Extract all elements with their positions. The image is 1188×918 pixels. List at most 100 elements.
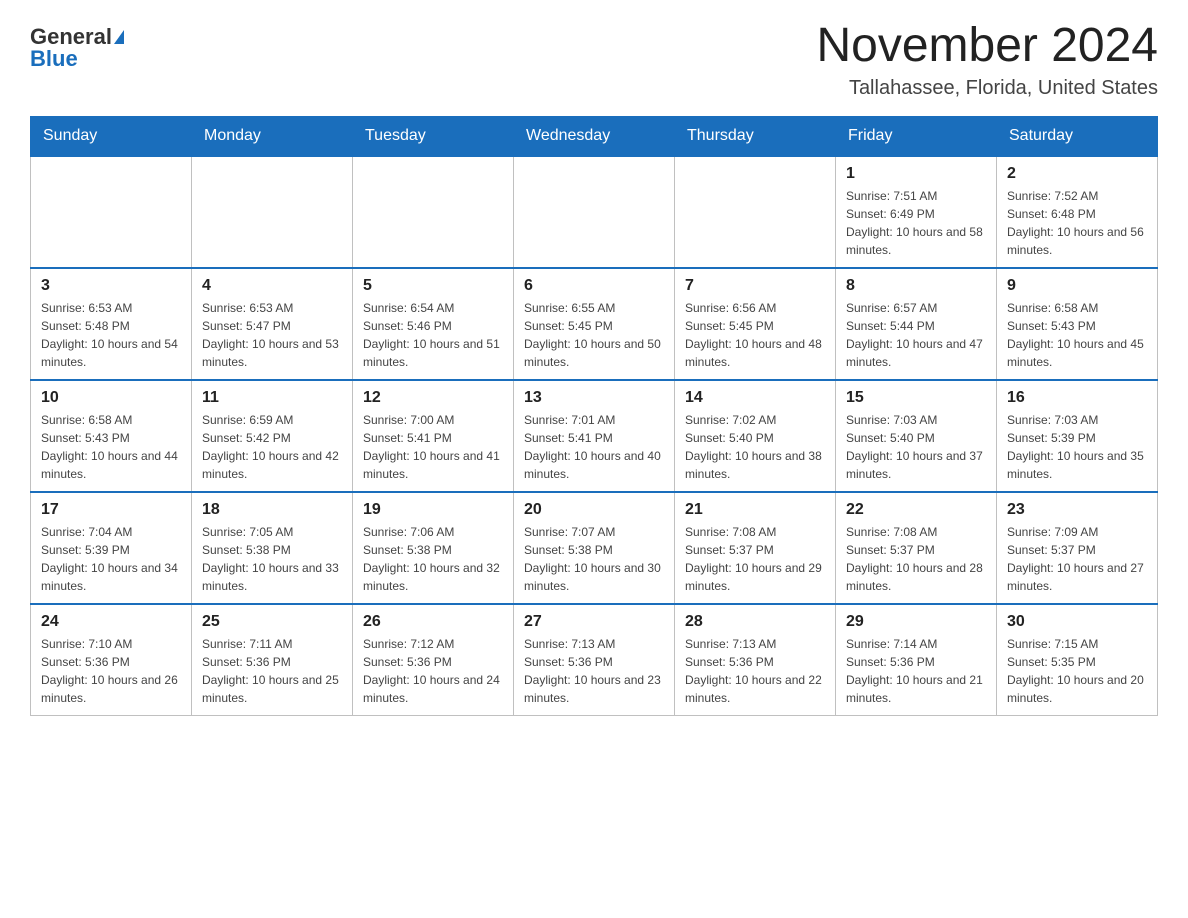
- day-info: Sunrise: 7:14 AMSunset: 5:36 PMDaylight:…: [846, 635, 986, 707]
- day-info: Sunrise: 7:11 AMSunset: 5:36 PMDaylight:…: [202, 635, 342, 707]
- day-number: 5: [363, 277, 503, 295]
- table-row: 11Sunrise: 6:59 AMSunset: 5:42 PMDayligh…: [192, 380, 353, 492]
- day-info: Sunrise: 6:54 AMSunset: 5:46 PMDaylight:…: [363, 299, 503, 371]
- calendar-week-row: 1 Sunrise: 7:51 AMSunset: 6:49 PMDaylight…: [31, 156, 1158, 268]
- day-info: Sunrise: 6:53 AMSunset: 5:48 PMDaylight:…: [41, 299, 181, 371]
- day-number: 28: [685, 613, 825, 631]
- table-row: 26Sunrise: 7:12 AMSunset: 5:36 PMDayligh…: [353, 604, 514, 716]
- day-number: 7: [685, 277, 825, 295]
- location-title: Tallahassee, Florida, United States: [816, 77, 1158, 100]
- col-tuesday: Tuesday: [353, 116, 514, 156]
- table-row: [31, 156, 192, 268]
- table-row: 13 Sunrise: 7:01 AMSunset: 5:41 PMDayligh…: [514, 380, 675, 492]
- logo-triangle-icon: [114, 30, 124, 44]
- day-number: 20: [524, 501, 664, 519]
- table-row: 1 Sunrise: 7:51 AMSunset: 6:49 PMDaylight…: [836, 156, 997, 268]
- calendar-header-row: Sunday Monday Tuesday Wednesday Thursday…: [31, 116, 1158, 156]
- table-row: 22Sunrise: 7:08 AMSunset: 5:37 PMDayligh…: [836, 492, 997, 604]
- day-info: Sunrise: 7:06 AMSunset: 5:38 PMDaylight:…: [363, 523, 503, 595]
- table-row: 15 Sunrise: 7:03 AMSunset: 5:40 PMDayligh…: [836, 380, 997, 492]
- day-number: 13: [524, 389, 664, 407]
- col-monday: Monday: [192, 116, 353, 156]
- col-friday: Friday: [836, 116, 997, 156]
- day-number: 1: [846, 165, 986, 183]
- table-row: 19 Sunrise: 7:06 AMSunset: 5:38 PMDayligh…: [353, 492, 514, 604]
- day-info: Sunrise: 7:03 AMSunset: 5:40 PMDaylight:…: [846, 411, 986, 483]
- day-number: 18: [202, 501, 342, 519]
- page-header: General Blue November 2024 Tallahassee, …: [30, 20, 1158, 100]
- day-info: Sunrise: 7:01 AMSunset: 5:41 PMDaylight:…: [524, 411, 664, 483]
- day-info: Sunrise: 7:05 AMSunset: 5:38 PMDaylight:…: [202, 523, 342, 595]
- table-row: 17 Sunrise: 7:04 AMSunset: 5:39 PMDayligh…: [31, 492, 192, 604]
- day-info: Sunrise: 6:57 AMSunset: 5:44 PMDaylight:…: [846, 299, 986, 371]
- table-row: 7 Sunrise: 6:56 AMSunset: 5:45 PMDaylight…: [675, 268, 836, 380]
- day-number: 25: [202, 613, 342, 631]
- logo: General Blue: [30, 20, 124, 70]
- table-row: 18 Sunrise: 7:05 AMSunset: 5:38 PMDayligh…: [192, 492, 353, 604]
- day-number: 3: [41, 277, 181, 295]
- month-title: November 2024: [816, 20, 1158, 73]
- day-info: Sunrise: 7:12 AMSunset: 5:36 PMDaylight:…: [363, 635, 503, 707]
- day-info: Sunrise: 7:09 AMSunset: 5:37 PMDaylight:…: [1007, 523, 1147, 595]
- day-info: Sunrise: 6:58 AMSunset: 5:43 PMDaylight:…: [1007, 299, 1147, 371]
- day-number: 23: [1007, 501, 1147, 519]
- day-number: 14: [685, 389, 825, 407]
- table-row: 8Sunrise: 6:57 AMSunset: 5:44 PMDaylight…: [836, 268, 997, 380]
- day-number: 22: [846, 501, 986, 519]
- table-row: 3 Sunrise: 6:53 AMSunset: 5:48 PMDaylight…: [31, 268, 192, 380]
- day-number: 9: [1007, 277, 1147, 295]
- table-row: 24Sunrise: 7:10 AMSunset: 5:36 PMDayligh…: [31, 604, 192, 716]
- day-info: Sunrise: 7:02 AMSunset: 5:40 PMDaylight:…: [685, 411, 825, 483]
- day-number: 30: [1007, 613, 1147, 631]
- day-info: Sunrise: 6:58 AMSunset: 5:43 PMDaylight:…: [41, 411, 181, 483]
- calendar-week-row: 17 Sunrise: 7:04 AMSunset: 5:39 PMDayligh…: [31, 492, 1158, 604]
- day-info: Sunrise: 6:59 AMSunset: 5:42 PMDaylight:…: [202, 411, 342, 483]
- day-info: Sunrise: 7:04 AMSunset: 5:39 PMDaylight:…: [41, 523, 181, 595]
- day-number: 12: [363, 389, 503, 407]
- table-row: [192, 156, 353, 268]
- day-number: 2: [1007, 165, 1147, 183]
- day-info: Sunrise: 7:08 AMSunset: 5:37 PMDaylight:…: [685, 523, 825, 595]
- table-row: 14 Sunrise: 7:02 AMSunset: 5:40 PMDayligh…: [675, 380, 836, 492]
- logo-general-text: General: [30, 26, 112, 48]
- day-number: 24: [41, 613, 181, 631]
- table-row: 27 Sunrise: 7:13 AMSunset: 5:36 PMDayligh…: [514, 604, 675, 716]
- day-number: 6: [524, 277, 664, 295]
- day-info: Sunrise: 7:13 AMSunset: 5:36 PMDaylight:…: [685, 635, 825, 707]
- day-info: Sunrise: 7:00 AMSunset: 5:41 PMDaylight:…: [363, 411, 503, 483]
- table-row: 23 Sunrise: 7:09 AMSunset: 5:37 PMDayligh…: [997, 492, 1158, 604]
- table-row: 9 Sunrise: 6:58 AMSunset: 5:43 PMDaylight…: [997, 268, 1158, 380]
- table-row: 2 Sunrise: 7:52 AMSunset: 6:48 PMDaylight…: [997, 156, 1158, 268]
- day-info: Sunrise: 6:56 AMSunset: 5:45 PMDaylight:…: [685, 299, 825, 371]
- calendar-week-row: 10Sunrise: 6:58 AMSunset: 5:43 PMDayligh…: [31, 380, 1158, 492]
- calendar-week-row: 3 Sunrise: 6:53 AMSunset: 5:48 PMDaylight…: [31, 268, 1158, 380]
- table-row: 20Sunrise: 7:07 AMSunset: 5:38 PMDayligh…: [514, 492, 675, 604]
- col-saturday: Saturday: [997, 116, 1158, 156]
- day-number: 21: [685, 501, 825, 519]
- table-row: 30 Sunrise: 7:15 AMSunset: 5:35 PMDayligh…: [997, 604, 1158, 716]
- day-info: Sunrise: 7:51 AMSunset: 6:49 PMDaylight:…: [846, 187, 986, 259]
- day-info: Sunrise: 7:15 AMSunset: 5:35 PMDaylight:…: [1007, 635, 1147, 707]
- table-row: [675, 156, 836, 268]
- day-number: 17: [41, 501, 181, 519]
- day-number: 27: [524, 613, 664, 631]
- day-number: 19: [363, 501, 503, 519]
- day-number: 15: [846, 389, 986, 407]
- day-number: 16: [1007, 389, 1147, 407]
- day-info: Sunrise: 7:03 AMSunset: 5:39 PMDaylight:…: [1007, 411, 1147, 483]
- table-row: 4Sunrise: 6:53 AMSunset: 5:47 PMDaylight…: [192, 268, 353, 380]
- table-row: 25 Sunrise: 7:11 AMSunset: 5:36 PMDayligh…: [192, 604, 353, 716]
- day-info: Sunrise: 6:55 AMSunset: 5:45 PMDaylight:…: [524, 299, 664, 371]
- col-thursday: Thursday: [675, 116, 836, 156]
- logo-blue-text: Blue: [30, 48, 78, 70]
- table-row: 21 Sunrise: 7:08 AMSunset: 5:37 PMDayligh…: [675, 492, 836, 604]
- day-info: Sunrise: 7:52 AMSunset: 6:48 PMDaylight:…: [1007, 187, 1147, 259]
- title-area: November 2024 Tallahassee, Florida, Unit…: [816, 20, 1158, 100]
- calendar-week-row: 24Sunrise: 7:10 AMSunset: 5:36 PMDayligh…: [31, 604, 1158, 716]
- day-info: Sunrise: 7:13 AMSunset: 5:36 PMDaylight:…: [524, 635, 664, 707]
- calendar-table: Sunday Monday Tuesday Wednesday Thursday…: [30, 116, 1158, 716]
- table-row: 29Sunrise: 7:14 AMSunset: 5:36 PMDayligh…: [836, 604, 997, 716]
- table-row: 6 Sunrise: 6:55 AMSunset: 5:45 PMDaylight…: [514, 268, 675, 380]
- table-row: 5 Sunrise: 6:54 AMSunset: 5:46 PMDaylight…: [353, 268, 514, 380]
- day-number: 4: [202, 277, 342, 295]
